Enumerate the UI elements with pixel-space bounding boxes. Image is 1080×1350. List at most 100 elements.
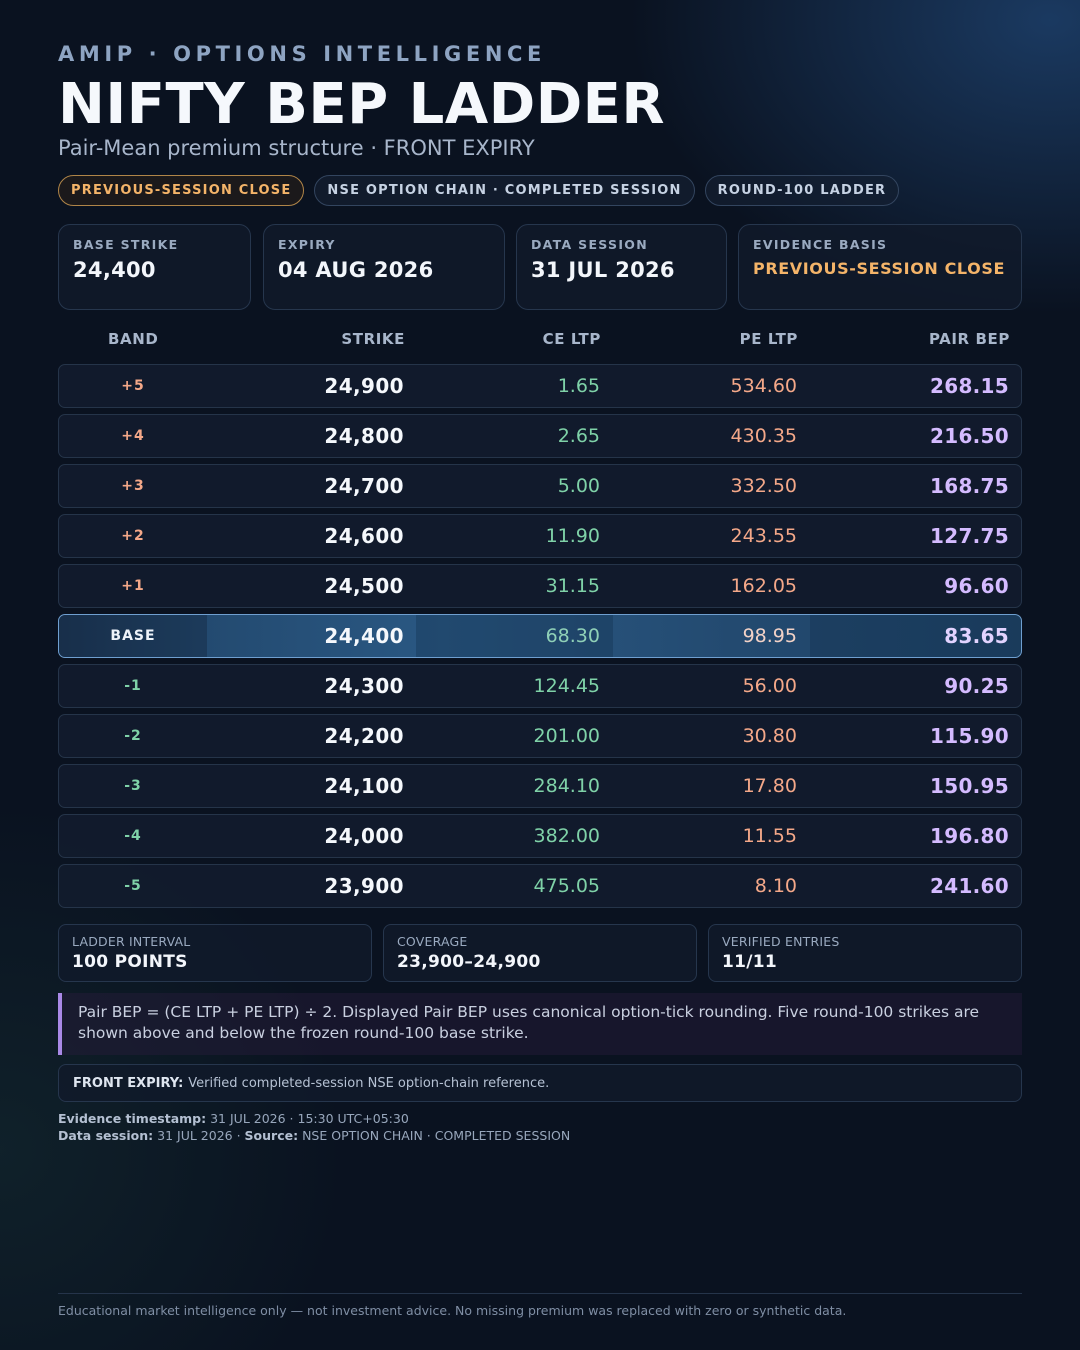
data-session-card: DATA SESSION 31 JUL 2026: [516, 224, 727, 310]
coverage-label: COVERAGE: [397, 934, 468, 949]
strike-cell: 24,300: [324, 674, 404, 698]
pair-bep-cell: 196.80: [930, 824, 1009, 848]
evidence-timestamp: Evidence timestamp: 31 JUL 2026 · 15:30 …: [58, 1111, 409, 1126]
pair-bep-cell: 127.75: [930, 524, 1009, 548]
pe-ltp-cell: 17.80: [742, 775, 797, 797]
header-pe-ltp: PE LTP: [739, 330, 798, 348]
strike-cell: 24,400: [324, 624, 404, 648]
eyebrow: AMIP · OPTIONS INTELLIGENCE: [58, 42, 546, 66]
header-pair-bep: PAIR BEP: [928, 330, 1010, 348]
ce-ltp-cell: 201.00: [533, 725, 600, 747]
ce-ltp-cell: 124.45: [533, 675, 600, 697]
ce-ltp-cell: 68.30: [545, 625, 600, 647]
pe-ltp-cell: 534.60: [730, 375, 797, 397]
page-title: NIFTY BEP LADDER: [58, 72, 666, 137]
expiry-label: EXPIRY: [278, 237, 336, 252]
expiry-note-text: Verified completed-session NSE option-ch…: [188, 1075, 550, 1091]
evidence-basis-card: EVIDENCE BASIS PREVIOUS-SESSION CLOSE: [738, 224, 1022, 310]
band-cell: +4: [121, 428, 145, 444]
evidence-basis-value: PREVIOUS-SESSION CLOSE: [753, 259, 1005, 278]
source-label: Source:: [244, 1128, 299, 1143]
verified-entries-value: 11/11: [722, 952, 778, 972]
pe-ltp-cell: 56.00: [742, 675, 797, 697]
band-cell: -1: [124, 678, 142, 694]
pe-ltp-cell: 332.50: [730, 475, 797, 497]
timestamp-label: Evidence timestamp:: [58, 1111, 207, 1126]
chip-row: PREVIOUS-SESSION CLOSE NSE OPTION CHAIN …: [58, 175, 900, 206]
base-strike-label: BASE STRIKE: [73, 237, 179, 252]
strike-cell: 24,600: [324, 524, 404, 548]
session-value: 31 JUL 2026 ·: [157, 1128, 241, 1143]
strike-cell: 24,100: [324, 774, 404, 798]
stats-row: LADDER INTERVAL 100 POINTS COVERAGE 23,9…: [58, 924, 1022, 982]
band-cell: +3: [121, 478, 145, 494]
band-cell: -4: [124, 828, 142, 844]
ladder-interval-card: LADDER INTERVAL 100 POINTS: [58, 924, 372, 982]
strike-cell: 24,700: [324, 474, 404, 498]
band-cell: +2: [121, 528, 145, 544]
expiry-note: FRONT EXPIRY: Verified completed-session…: [58, 1064, 1022, 1102]
table-row: +2 24,600 11.90 243.55 127.75: [58, 514, 1022, 558]
band-cell: -3: [124, 778, 142, 794]
formula-note: Pair BEP = (CE LTP + PE LTP) ÷ 2. Displa…: [58, 993, 1022, 1055]
strike-cell: 24,900: [324, 374, 404, 398]
pe-ltp-cell: 11.55: [742, 825, 797, 847]
table-row: -5 23,900 475.05 8.10 241.60: [58, 864, 1022, 908]
table-row: -2 24,200 201.00 30.80 115.90: [58, 714, 1022, 758]
verified-entries-card: VERIFIED ENTRIES 11/11: [708, 924, 1022, 982]
pe-ltp-cell: 8.10: [754, 875, 797, 897]
data-session-source: Data session: 31 JUL 2026 · Source: NSE …: [58, 1128, 570, 1143]
ladder-interval-label: LADDER INTERVAL: [72, 934, 191, 949]
pe-ltp-cell: 30.80: [742, 725, 797, 747]
ce-ltp-cell: 5.00: [557, 475, 600, 497]
band-cell: -5: [124, 878, 142, 894]
expiry-card: EXPIRY 04 AUG 2026: [263, 224, 505, 310]
strike-cell: 24,200: [324, 724, 404, 748]
session-label: Data session:: [58, 1128, 154, 1143]
page-subtitle: Pair-Mean premium structure · FRONT EXPI…: [58, 136, 535, 160]
pair-bep-cell: 115.90: [930, 724, 1009, 748]
pe-ltp-cell: 243.55: [730, 525, 797, 547]
table-row: -1 24,300 124.45 56.00 90.25: [58, 664, 1022, 708]
ce-ltp-cell: 284.10: [533, 775, 600, 797]
band-cell: +1: [121, 578, 145, 594]
pair-bep-cell: 96.60: [944, 574, 1009, 598]
chip-source: NSE OPTION CHAIN · COMPLETED SESSION: [314, 175, 695, 206]
pair-bep-cell: 268.15: [930, 374, 1009, 398]
pe-ltp-cell: 430.35: [730, 425, 797, 447]
header-strike: STRIKE: [341, 330, 405, 348]
table-row: +5 24,900 1.65 534.60 268.15: [58, 364, 1022, 408]
data-session-value: 31 JUL 2026: [531, 258, 675, 282]
verified-entries-label: VERIFIED ENTRIES: [722, 934, 840, 949]
expiry-note-label: FRONT EXPIRY:: [73, 1075, 184, 1091]
pe-ltp-cell: 98.95: [742, 625, 797, 647]
coverage-card: COVERAGE 23,900–24,900: [383, 924, 697, 982]
strike-cell: 24,000: [324, 824, 404, 848]
band-cell: BASE: [110, 628, 156, 644]
pair-bep-cell: 241.60: [930, 874, 1009, 898]
header-band: BAND: [108, 330, 159, 348]
pair-bep-cell: 168.75: [930, 474, 1009, 498]
table-row: +1 24,500 31.15 162.05 96.60: [58, 564, 1022, 608]
base-strike-card: BASE STRIKE 24,400: [58, 224, 251, 310]
table-row: +4 24,800 2.65 430.35 216.50: [58, 414, 1022, 458]
expiry-value: 04 AUG 2026: [278, 258, 434, 282]
ce-ltp-cell: 11.90: [545, 525, 600, 547]
coverage-value: 23,900–24,900: [397, 952, 541, 972]
band-cell: +5: [121, 378, 145, 394]
pair-bep-cell: 90.25: [944, 674, 1009, 698]
footer-divider: [58, 1293, 1022, 1294]
ladder-interval-value: 100 POINTS: [72, 952, 188, 972]
disclaimer: Educational market intelligence only — n…: [58, 1303, 847, 1318]
data-session-label: DATA SESSION: [531, 237, 648, 252]
source-value: NSE OPTION CHAIN · COMPLETED SESSION: [302, 1128, 571, 1143]
header-ce-ltp: CE LTP: [542, 330, 601, 348]
pair-bep-cell: 216.50: [930, 424, 1009, 448]
ce-ltp-cell: 475.05: [533, 875, 600, 897]
table-row-base: BASE 24,400 68.30 98.95 83.65: [58, 614, 1022, 658]
ce-ltp-cell: 2.65: [557, 425, 600, 447]
pair-bep-cell: 150.95: [930, 774, 1009, 798]
timestamp-value: 31 JUL 2026 · 15:30 UTC+05:30: [210, 1111, 409, 1126]
table-row: +3 24,700 5.00 332.50 168.75: [58, 464, 1022, 508]
pair-bep-cell: 83.65: [944, 624, 1009, 648]
